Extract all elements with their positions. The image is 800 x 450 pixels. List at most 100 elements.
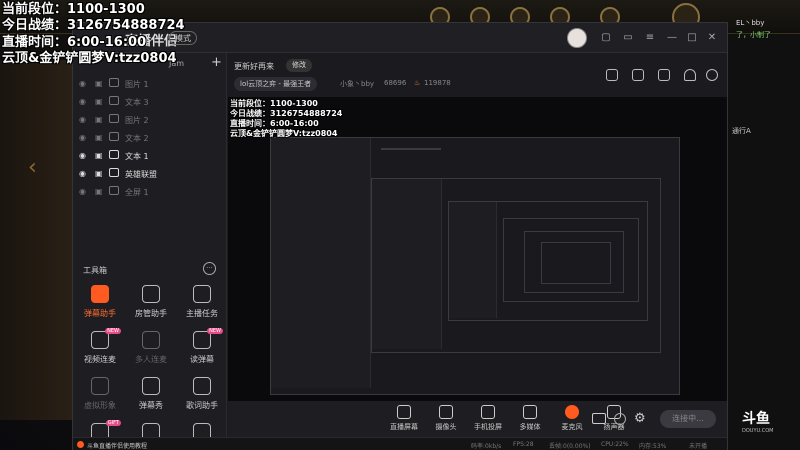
lock-icon[interactable]: ▣	[95, 133, 103, 142]
media-button[interactable]: 多媒体	[508, 405, 552, 432]
eye-icon[interactable]: ◉	[79, 133, 86, 142]
source-icon	[109, 114, 119, 123]
stream-info-header: 更新好再来 修改 lol云顶之弈 - 最强王者 小象丶bby 68696 ♨ 1…	[228, 53, 727, 97]
menu-icon[interactable]: ≡	[643, 31, 657, 45]
layer-item[interactable]: ◉ ▣ 文本 2	[73, 129, 227, 147]
nested-preview-2	[371, 178, 661, 353]
stream-title: 更新好再来	[234, 62, 274, 71]
layer-label: 图片 1	[125, 80, 149, 89]
streaming-app-window: 直播伴侣 模式 ▢ ▭ ≡ — □ ✕ Jam + ◉ ▣ 图片 1 ◉ ▣ 文本 3 ◉ ▣…	[72, 22, 728, 450]
eye-icon[interactable]: ◉	[79, 79, 86, 88]
cpu-usage: CPU:22%	[601, 441, 629, 448]
layer-item[interactable]: ◉ ▣ 英雄联盟	[73, 165, 227, 183]
layer-label: 图片 2	[125, 116, 149, 125]
source-icon	[109, 150, 119, 159]
nested-preview-6	[541, 242, 611, 284]
tool-item[interactable]: 房管助手	[126, 285, 176, 331]
tool-item[interactable]: 读弹幕 NEW	[177, 328, 227, 377]
add-layer-icon[interactable]: +	[211, 55, 222, 70]
layer-item[interactable]: ◉ ▣ 全屏 1	[73, 183, 227, 201]
camera-button[interactable]: 摄像头	[424, 405, 468, 432]
bell-icon[interactable]	[684, 69, 696, 81]
eye-icon[interactable]: ◉	[79, 169, 86, 178]
tool-icon	[142, 331, 160, 349]
settings-gear-icon[interactable]: ⚙	[634, 411, 646, 426]
tool-icon	[91, 377, 109, 395]
tool-item[interactable]: 歌词助手	[177, 377, 227, 423]
start-live-button[interactable]: 连接中...	[660, 410, 716, 428]
streamer-name: 小象丶bby	[340, 80, 375, 88]
phone-button[interactable]: 手机投屏	[466, 405, 510, 432]
hot-value: 119878	[424, 79, 451, 87]
mic-icon	[565, 405, 579, 419]
layer-label: 文本 1	[125, 152, 149, 161]
tutorial-icon	[77, 441, 84, 448]
fps: FPS:28	[513, 441, 534, 448]
category-selector[interactable]: lol云顶之弈 - 最强王者	[234, 77, 318, 91]
tool-icon	[193, 285, 211, 303]
game-left-edge	[0, 60, 72, 420]
nested-preview-3	[448, 201, 648, 321]
tutorial-link[interactable]: 斗鱼直播伴侣使用教程	[87, 441, 147, 450]
tool-label: 房管助手	[135, 309, 167, 318]
close-icon[interactable]: ✕	[705, 31, 719, 45]
chat-line: 通行A	[732, 127, 751, 135]
eye-icon[interactable]: ◉	[79, 187, 86, 196]
eye-icon[interactable]: ◉	[79, 151, 86, 160]
layer-item[interactable]: ◉ ▣ 图片 2	[73, 111, 227, 129]
bottom-toolbar: 直播屏幕 摄像头 手机投屏 多媒体 麦克风 扬声器 ⚙ 连接中...	[228, 401, 727, 437]
nested-overlay-text: 当前段位：1100-1300 今日战绩：3126754888724 直播时间：6…	[230, 99, 343, 138]
minimize-icon[interactable]: —	[665, 31, 679, 45]
eye-icon[interactable]: ◉	[79, 115, 86, 124]
new-badge: NEW	[105, 328, 121, 334]
message-icon[interactable]: ▢	[599, 31, 613, 45]
record-video-icon[interactable]	[592, 413, 606, 424]
layer-label: 英雄联盟	[125, 170, 157, 179]
layer-item[interactable]: ◉ ▣ 文本 3	[73, 93, 227, 111]
screen-button[interactable]: 直播屏幕	[382, 405, 426, 432]
button-label: 手机投屏	[474, 423, 502, 431]
tool-item[interactable]: 弹幕秀	[126, 377, 176, 423]
edit-title-button[interactable]: 修改	[286, 59, 312, 72]
new-badge: GIFT	[105, 420, 121, 426]
eye-icon[interactable]: ◉	[79, 97, 86, 106]
tool-item[interactable]: 主播任务	[177, 285, 227, 331]
lock-icon[interactable]: ▣	[95, 97, 103, 106]
eye-icon[interactable]	[614, 413, 626, 425]
button-label: 摄像头	[435, 423, 457, 431]
layer-item[interactable]: ◉ ▣ 文本 1	[73, 147, 227, 165]
tool-label: 视频连麦	[84, 355, 116, 364]
lock-icon[interactable]	[632, 69, 644, 81]
lock-icon[interactable]: ▣	[95, 115, 103, 124]
toolbox-more-icon[interactable]: ···	[203, 262, 216, 275]
lock-icon[interactable]: ▣	[95, 169, 103, 178]
button-label: 多媒体	[519, 423, 541, 431]
record-icon[interactable]	[606, 69, 618, 81]
skin-icon[interactable]: ▭	[621, 31, 635, 45]
lock-icon[interactable]: ▣	[95, 187, 103, 196]
tool-item[interactable]: 弹幕助手	[75, 285, 125, 331]
tool-label: 歌词助手	[186, 401, 218, 410]
tool-item[interactable]: 虚拟形象	[75, 377, 125, 423]
chevron-left-icon: ‹	[28, 155, 37, 180]
frame-drop: 丢帧:0(0.00%)	[549, 443, 591, 450]
share-icon[interactable]	[706, 69, 718, 81]
layout-icon[interactable]	[658, 69, 670, 81]
tool-item[interactable]: 视频连麦 NEW	[75, 328, 125, 377]
chat-line: EL丶bby	[736, 19, 765, 27]
mic-button[interactable]: 麦克风	[550, 405, 594, 432]
lock-icon[interactable]: ▣	[95, 79, 103, 88]
room-id: 68696	[384, 79, 407, 87]
maximize-icon[interactable]: □	[685, 31, 699, 45]
button-label: 麦克风	[561, 423, 583, 431]
user-avatar[interactable]	[567, 28, 587, 48]
source-icon	[109, 186, 119, 195]
stream-preview[interactable]: 当前段位：1100-1300 今日战绩：3126754888724 直播时间：6…	[228, 97, 727, 401]
tool-icon	[142, 377, 160, 395]
tool-label: 弹幕助手	[84, 309, 116, 318]
layer-item[interactable]: ◉ ▣ 图片 1	[73, 75, 227, 93]
tool-label: 读弹幕	[190, 355, 214, 364]
lock-icon[interactable]: ▣	[95, 151, 103, 160]
layer-label: 文本 3	[125, 98, 149, 107]
tool-item[interactable]: 多人连麦	[126, 331, 176, 377]
